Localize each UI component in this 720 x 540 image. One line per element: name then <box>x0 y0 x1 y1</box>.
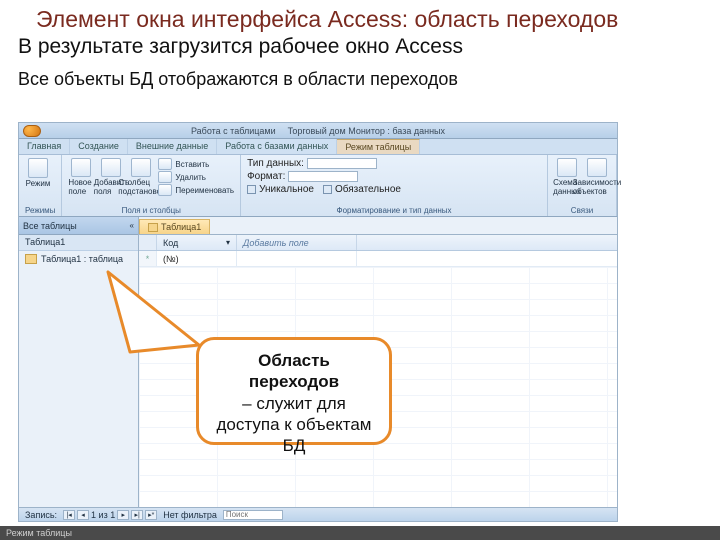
record-label: Запись: <box>25 510 57 520</box>
ribbon-tab[interactable]: Главная <box>19 139 70 154</box>
window-caption: Торговый дом Монитор : база данных <box>288 126 445 136</box>
group-label: Режимы <box>25 206 55 216</box>
dependencies-icon <box>587 158 607 177</box>
document-tab[interactable]: Таблица1 <box>139 219 210 234</box>
ribbon-group-relations: Схема данных Зависимости объектов Связи <box>548 155 617 216</box>
last-record-button[interactable]: ▸| <box>131 510 143 520</box>
btn-label: Вставить <box>175 160 209 169</box>
status-bar: Режим таблицы <box>0 526 720 540</box>
office-button-icon[interactable] <box>23 125 41 137</box>
view-button[interactable]: Режим <box>25 158 51 196</box>
group-label: Поля и столбцы <box>68 206 234 216</box>
context-tab-title: Работа с таблицами <box>191 126 276 136</box>
delete-button[interactable]: Удалить <box>158 171 234 183</box>
lookup-icon <box>131 158 151 177</box>
table-icon <box>148 223 158 232</box>
new-field-icon <box>71 158 91 177</box>
format-row[interactable]: Формат: <box>247 171 358 182</box>
chevron-down-icon: ▾ <box>226 238 230 247</box>
datatype-row[interactable]: Тип данных: <box>247 158 377 169</box>
document-tabs: Таблица1 <box>139 217 617 235</box>
datasheet-header: Код ▾ Добавить поле <box>139 235 617 251</box>
slide-lead: Все объекты БД отображаются в области пе… <box>0 63 720 96</box>
record-navigator: Запись: |◂ ◂ 1 из 1 ▸ ▸| ▸* Нет фильтра <box>19 507 617 521</box>
relationships-icon <box>557 158 577 177</box>
next-record-button[interactable]: ▸ <box>117 510 129 520</box>
callout: Область переходов – служит для доступа к… <box>196 337 392 445</box>
required-checkbox[interactable] <box>323 185 332 194</box>
btn-label: Зависимости объектов <box>573 178 622 196</box>
label: Обязательное <box>335 184 401 195</box>
col-label: Код <box>163 238 178 248</box>
datatype-combo[interactable] <box>307 158 377 169</box>
nav-item-label: Таблица1 : таблица <box>41 254 123 264</box>
slide-subtitle: В результате загрузится рабочее окно Acc… <box>0 35 720 63</box>
group-label: Связи <box>554 206 610 216</box>
cell[interactable]: (№) <box>157 251 237 266</box>
insert-icon <box>158 158 172 170</box>
rename-button[interactable]: Переименовать <box>158 184 234 196</box>
table-icon <box>25 254 37 264</box>
label: Тип данных: <box>247 158 304 169</box>
ribbon: Режим Режимы Новое поле Добавить поля <box>19 155 617 217</box>
nav-section-label: Таблица1 <box>25 237 65 247</box>
filter-indicator[interactable]: Нет фильтра <box>163 510 217 520</box>
record-position: 1 из 1 <box>91 510 115 520</box>
insert-button[interactable]: Вставить <box>158 158 234 170</box>
navigation-pane: Все таблицы « Таблица1 Таблица1 : таблиц… <box>19 217 139 507</box>
nav-header-label: Все таблицы <box>23 221 77 231</box>
label: Уникальное <box>259 184 314 195</box>
ribbon-group-views: Режим Режимы <box>19 155 62 216</box>
btn-label: Новое поле <box>68 178 94 196</box>
ribbon-tab[interactable]: Внешние данные <box>128 139 217 154</box>
delete-icon <box>158 171 172 183</box>
label: Формат: <box>247 171 285 182</box>
nav-item-table[interactable]: Таблица1 : таблица <box>19 251 138 267</box>
nav-pane-header[interactable]: Все таблицы « <box>19 217 138 235</box>
access-screenshot: Работа с таблицами Торговый дом Монитор … <box>18 122 618 522</box>
document-tab-label: Таблица1 <box>161 222 201 232</box>
first-record-button[interactable]: |◂ <box>63 510 75 520</box>
add-column-header[interactable]: Добавить поле <box>237 235 357 250</box>
slide-title: Элемент окна интерфейса Access: область … <box>0 0 720 35</box>
format-combo[interactable] <box>288 171 358 182</box>
ribbon-tabs: Главная Создание Внешние данные Работа с… <box>19 139 617 155</box>
datasheet-view-icon <box>28 158 48 178</box>
ribbon-group-datatype: Тип данных: Формат: Уникальное Обязатель… <box>241 155 548 216</box>
prev-record-button[interactable]: ◂ <box>77 510 89 520</box>
btn-label: Переименовать <box>175 186 234 195</box>
group-label: Форматирование и тип данных <box>247 206 541 216</box>
search-input[interactable] <box>223 510 283 520</box>
nav-section[interactable]: Таблица1 <box>19 235 138 251</box>
new-record-button[interactable]: ▸* <box>145 510 157 520</box>
ribbon-group-fields: Новое поле Добавить поля Столбец подстан… <box>62 155 241 216</box>
row-selector-header[interactable] <box>139 235 157 250</box>
btn-label: Режим <box>26 179 51 188</box>
lookup-column-button[interactable]: Столбец подстановок <box>128 158 154 196</box>
ribbon-tab[interactable]: Работа с базами данных <box>217 139 337 154</box>
chevron-down-icon: « <box>130 221 134 230</box>
callout-heading: Область переходов <box>249 351 339 391</box>
ribbon-tab[interactable]: Создание <box>70 139 128 154</box>
ribbon-tab-active[interactable]: Режим таблицы <box>337 139 420 154</box>
unique-checkbox[interactable] <box>247 185 256 194</box>
cell[interactable] <box>237 251 357 266</box>
new-field-button[interactable]: Новое поле <box>68 158 94 196</box>
dependencies-button[interactable]: Зависимости объектов <box>584 158 610 196</box>
column-header[interactable]: Код ▾ <box>157 235 237 250</box>
datasheet-row[interactable]: * (№) <box>139 251 617 267</box>
btn-label: Удалить <box>175 173 206 182</box>
new-record-marker: * <box>139 251 157 266</box>
rename-icon <box>158 184 172 196</box>
title-bar: Работа с таблицами Торговый дом Монитор … <box>19 123 617 139</box>
add-fields-icon <box>101 158 121 177</box>
